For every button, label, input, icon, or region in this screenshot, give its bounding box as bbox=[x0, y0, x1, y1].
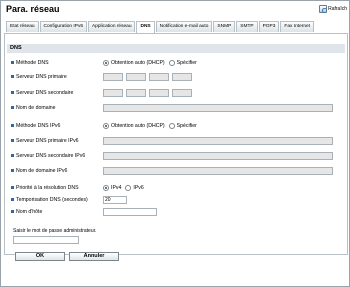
window-frame: Para. réseau Rafraîch Etat réseau Config… bbox=[0, 0, 350, 287]
dns-timeout-label: Temporisation DNS (secondes) bbox=[16, 196, 88, 203]
refresh-icon bbox=[319, 5, 328, 13]
tab-ipv6-config[interactable]: Configuration IPv6 bbox=[39, 21, 88, 32]
dns-method-row: Méthode DNS Obtention auto (DHCP) Spécif… bbox=[11, 58, 201, 67]
dns-ipv6-secondary-row: Serveur DNS secondaire IPv6 bbox=[11, 151, 336, 160]
dns-ipv6-primary-field[interactable] bbox=[103, 136, 333, 145]
refresh-button[interactable]: Rafraîch bbox=[319, 5, 347, 13]
tab-auto-email[interactable]: Notification e-mail auto bbox=[155, 21, 213, 32]
tab-bar: Etat réseau Configuration IPv6 Applicati… bbox=[6, 21, 315, 33]
dns-timeout-input[interactable]: 20 bbox=[103, 195, 127, 204]
dns-ipv6-manual-radio[interactable] bbox=[168, 122, 175, 129]
domain-ipv6-field[interactable] bbox=[103, 166, 333, 175]
dns-ipv6-secondary-label: Serveur DNS secondaire IPv6 bbox=[16, 152, 86, 159]
page-title: Para. réseau bbox=[6, 4, 60, 14]
dns-ipv6-primary-label: Serveur DNS primaire IPv6 bbox=[16, 137, 79, 144]
dns-method-label: Méthode DNS bbox=[16, 59, 49, 66]
dns-secondary-octet-4[interactable] bbox=[172, 88, 192, 97]
dns-primary-octet-2[interactable] bbox=[126, 72, 146, 81]
bullet-icon bbox=[11, 91, 14, 94]
settings-panel: DNS Méthode DNS Obtention auto (DHCP) Sp… bbox=[4, 33, 348, 255]
domain-name-label: Nom de domaine bbox=[16, 104, 56, 111]
tab-internet-fax[interactable]: Fax Internet bbox=[280, 21, 315, 32]
dns-ipv6-auto-radio[interactable] bbox=[103, 122, 109, 129]
ipv4-radio[interactable] bbox=[103, 184, 109, 191]
bullet-icon bbox=[11, 154, 14, 157]
dns-manual-label: Spécifier bbox=[176, 59, 197, 66]
section-title: DNS bbox=[7, 44, 345, 53]
dns-timeout-row: Temporisation DNS (secondes) 20 bbox=[11, 195, 127, 204]
domain-ipv6-label: Nom de domaine IPv6 bbox=[16, 167, 68, 174]
dns-secondary-octet-1[interactable] bbox=[103, 88, 123, 97]
dns-secondary-label: Serveur DNS secondaire bbox=[16, 89, 74, 96]
dns-ipv6-secondary-field[interactable] bbox=[103, 151, 333, 160]
tab-pop3[interactable]: POP3 bbox=[258, 21, 280, 32]
bullet-icon bbox=[11, 61, 14, 64]
domain-name-row: Nom de domaine bbox=[11, 103, 336, 112]
dns-primary-row: Serveur DNS primaire bbox=[11, 72, 195, 81]
host-name-input[interactable] bbox=[103, 207, 157, 216]
host-name-row: Nom d'hôte bbox=[11, 207, 157, 216]
ok-button[interactable]: OK bbox=[15, 252, 65, 261]
dns-primary-octet-3[interactable] bbox=[149, 72, 169, 81]
resolution-priority-label: Priorité à la résolution DNS bbox=[16, 184, 79, 191]
dns-ipv6-method-row: Méthode DNS IPv6 Obtention auto (DHCP) S… bbox=[11, 121, 201, 130]
bullet-icon bbox=[11, 106, 14, 109]
dns-ipv6-method-label: Méthode DNS IPv6 bbox=[16, 122, 61, 129]
domain-ipv6-row: Nom de domaine IPv6 bbox=[11, 166, 336, 175]
dns-ipv6-primary-row: Serveur DNS primaire IPv6 bbox=[11, 136, 336, 145]
domain-name-field[interactable] bbox=[103, 103, 333, 112]
tab-network-app[interactable]: Application réseau bbox=[88, 21, 136, 32]
bullet-icon bbox=[11, 198, 14, 201]
tab-smtp[interactable]: SMTP bbox=[236, 21, 258, 32]
ipv6-label: IPv6 bbox=[133, 184, 144, 191]
dns-auto-radio[interactable] bbox=[103, 59, 109, 66]
tab-snmp[interactable]: SNMP bbox=[213, 21, 236, 32]
dns-primary-octet-1[interactable] bbox=[103, 72, 123, 81]
host-name-label: Nom d'hôte bbox=[16, 208, 43, 215]
refresh-label: Rafraîch bbox=[328, 6, 347, 12]
ipv6-radio[interactable] bbox=[125, 184, 132, 191]
dns-ipv6-manual-label: Spécifier bbox=[176, 122, 197, 129]
admin-password-input[interactable] bbox=[13, 236, 79, 244]
tab-dns[interactable]: DNS bbox=[136, 21, 155, 33]
ipv4-label: IPv4 bbox=[111, 184, 122, 191]
dns-secondary-row: Serveur DNS secondaire bbox=[11, 88, 195, 97]
cancel-button[interactable]: Annuler bbox=[69, 252, 119, 261]
dns-ipv6-auto-label: Obtention auto (DHCP) bbox=[111, 122, 165, 129]
dns-manual-radio[interactable] bbox=[168, 59, 175, 66]
bullet-icon bbox=[11, 139, 14, 142]
bullet-icon bbox=[11, 210, 14, 213]
dns-secondary-octet-2[interactable] bbox=[126, 88, 146, 97]
bullet-icon bbox=[11, 169, 14, 172]
bullet-icon bbox=[11, 75, 14, 78]
admin-password-label: Saisir le mot de passe administrateur. bbox=[13, 228, 97, 234]
dns-primary-octet-4[interactable] bbox=[172, 72, 192, 81]
bullet-icon bbox=[11, 186, 14, 189]
bullet-icon bbox=[11, 124, 14, 127]
dns-primary-label: Serveur DNS primaire bbox=[16, 73, 67, 80]
dns-secondary-octet-3[interactable] bbox=[149, 88, 169, 97]
resolution-priority-row: Priorité à la résolution DNS IPv4 IPv6 bbox=[11, 183, 148, 192]
tab-network-status[interactable]: Etat réseau bbox=[6, 21, 39, 32]
dns-auto-label: Obtention auto (DHCP) bbox=[111, 59, 165, 66]
